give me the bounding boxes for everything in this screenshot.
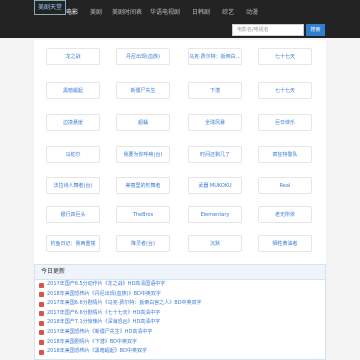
show-link[interactable]: 我要为你呼唤(台) <box>116 146 170 163</box>
update-item[interactable]: 2017年国产6.5分动作片《龙之战》HD高清国语中字 <box>35 280 325 290</box>
new-badge-icon <box>39 349 44 355</box>
update-item[interactable]: 2018年美国恐怖片《黑暗崛起》BD中英双字 <box>35 347 325 357</box>
update-item-text[interactable]: 2017年国产6.5分动作片《龙之战》HD高清国语中字 <box>47 281 165 287</box>
update-item[interactable]: 2017年美国6.6分剧情片《马克·费尔特：扳倒白宫之人》BD中英双字 <box>35 299 325 309</box>
update-item[interactable]: 2017年美国恐怖片《新僵尸先生》HD高清中字 <box>35 328 325 338</box>
nav-item-schedule[interactable]: 美剧时间表 <box>112 5 142 18</box>
show-link[interactable]: 时间还剩几了 <box>188 146 242 163</box>
new-badge-icon <box>39 320 44 326</box>
new-badge-icon <box>39 292 44 298</box>
search-input[interactable]: 电影名/电视名 <box>232 24 304 36</box>
today-updates-panel: 今日更新 2017年国产6.5分动作片《龙之战》HD高清国语中字 2018年美国… <box>34 264 326 360</box>
update-item-text[interactable]: 2018年国产7.1分惊悚片《深海恐凶》HD高清中字 <box>47 319 160 325</box>
site-logo[interactable]: 美剧天堂 <box>34 0 67 15</box>
update-item[interactable]: 2018年国产7.1分惊悚片《深海恐凶》HD高清中字 <box>35 318 325 328</box>
show-link[interactable]: 超蛹 <box>116 114 170 131</box>
show-link[interactable]: 钓鱼日记：我两重撞 <box>46 235 100 252</box>
nav-item-chinese-tv[interactable]: 华语电视剧 <box>150 5 180 18</box>
show-link[interactable]: 美丽里的形舞者 <box>116 177 170 194</box>
show-link[interactable]: 武器 MUKOKU <box>188 177 242 194</box>
update-item-text[interactable]: 2017年国产6.6分剧情片《七十七天》HD高清中字 <box>47 310 160 316</box>
update-item-text[interactable]: 2017年美国恐怖片《新僵尸先生》HD高清中字 <box>47 329 152 335</box>
show-link[interactable]: 边境悬崖 <box>46 114 100 131</box>
show-link[interactable]: 降灵者(台) <box>116 235 170 252</box>
show-link[interactable]: 下潜 <box>188 82 242 99</box>
show-link[interactable]: 巨日侠乐 <box>258 114 312 131</box>
show-link[interactable]: 牺牲黄油者 <box>258 235 312 252</box>
show-link[interactable]: 龙之战 <box>46 48 100 65</box>
today-updates-title: 今日更新 <box>35 265 325 280</box>
show-link[interactable]: 黑暗崛起 <box>46 82 100 99</box>
new-badge-icon <box>39 282 44 288</box>
show-link[interactable]: Real <box>258 177 312 194</box>
show-link[interactable]: 沉默 <box>188 235 242 252</box>
show-link[interactable]: 法拉诗人舞者(台) <box>46 177 100 194</box>
new-badge-icon <box>39 311 44 317</box>
update-item-text[interactable]: 2018年美国恐怖片《丹尼出现(血族)》BD中英双字 <box>47 291 161 297</box>
update-item-text[interactable]: 2018年美国恐怖片《黑暗崛起》BD中英双字 <box>47 348 147 354</box>
show-link[interactable]: Elementary <box>188 206 242 223</box>
nav-item-variety[interactable]: 综艺 <box>222 5 234 18</box>
show-link[interactable]: TheBros <box>116 206 170 223</box>
nav-item-anime[interactable]: 动漫 <box>246 5 258 18</box>
show-link[interactable]: 丹尼出现(血族) <box>116 48 170 65</box>
nav-item-us-drama[interactable]: 美剧 <box>90 5 102 18</box>
show-link[interactable]: 全球风暴 <box>188 114 242 131</box>
show-link[interactable]: 马克·费尔特：扳倒白宫之人 <box>188 48 242 65</box>
new-badge-icon <box>39 340 44 346</box>
new-badge-icon <box>39 330 44 336</box>
search-button[interactable]: 搜索 <box>306 24 325 36</box>
update-item-text[interactable]: 2018年美国剧情片《下潜》BD中英双字 <box>47 339 137 345</box>
show-link[interactable]: 银行四巨头 <box>46 206 100 223</box>
show-link[interactable]: 马蛇尔 <box>46 146 100 163</box>
update-item[interactable]: 2018年美国恐怖片《丹尼出现(血族)》BD中英双字 <box>35 290 325 300</box>
show-link[interactable]: 七十七天 <box>258 48 312 65</box>
update-item-text[interactable]: 2017年美国6.6分剧情片《马克·费尔特：扳倒白宫之人》BD中英双字 <box>47 300 202 306</box>
show-link[interactable]: 老无所依 <box>258 206 312 223</box>
new-badge-icon <box>39 301 44 307</box>
top-navbar: 美剧天堂 电影 美剧 美剧时间表 华语电视剧 日韩剧 综艺 动漫 电影名/电视名… <box>0 0 360 38</box>
content-panel: 龙之战 丹尼出现(血族) 马克·费尔特：扳倒白宫之人 七十七天 黑暗崛起 新僵尸… <box>34 40 326 360</box>
update-item[interactable]: 2018年美国剧情片《下潜》BD中英双字 <box>35 338 325 348</box>
nav-item-jk-drama[interactable]: 日韩剧 <box>192 5 210 18</box>
update-item[interactable]: 2017年国产6.6分剧情片《七十七天》HD高清中字 <box>35 309 325 319</box>
show-link[interactable]: 疯狂特警队 <box>258 146 312 163</box>
show-link[interactable]: 七十七天 <box>258 82 312 99</box>
show-link[interactable]: 新僵尸先生 <box>116 82 170 99</box>
nav-item-movies[interactable]: 电影 <box>66 5 78 18</box>
